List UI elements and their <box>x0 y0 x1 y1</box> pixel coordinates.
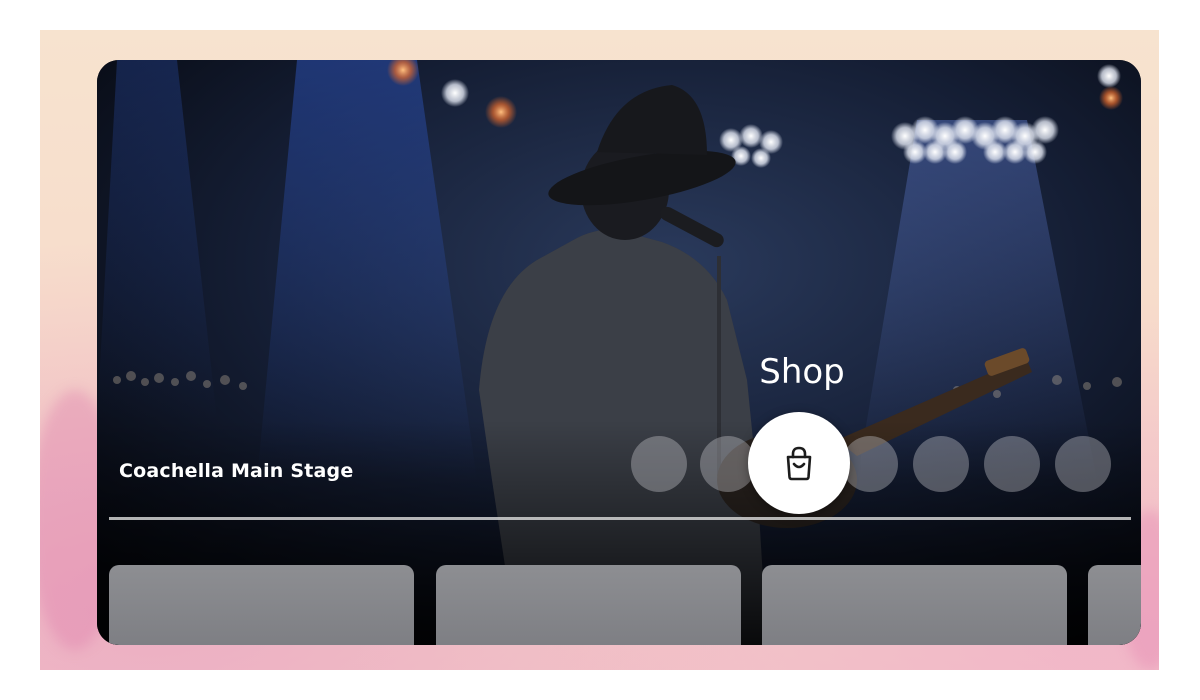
content-tile-1[interactable] <box>109 565 414 645</box>
row-divider <box>109 517 1131 520</box>
content-tile-4[interactable] <box>1088 565 1141 645</box>
action-option-5[interactable] <box>913 436 969 492</box>
content-tile-3[interactable] <box>762 565 1067 645</box>
shopping-bag-icon <box>786 446 812 481</box>
concert-scene-image <box>97 60 1141 645</box>
action-option-1[interactable] <box>631 436 687 492</box>
shop-button[interactable] <box>748 412 850 514</box>
action-option-6[interactable] <box>984 436 1040 492</box>
shop-label: Shop <box>759 352 845 392</box>
hero-card[interactable]: Coachella Main Stage Shop <box>97 60 1141 645</box>
action-option-4[interactable] <box>842 436 898 492</box>
action-option-7[interactable] <box>1055 436 1111 492</box>
content-tile-2[interactable] <box>436 565 741 645</box>
hero-caption: Coachella Main Stage <box>119 460 354 482</box>
